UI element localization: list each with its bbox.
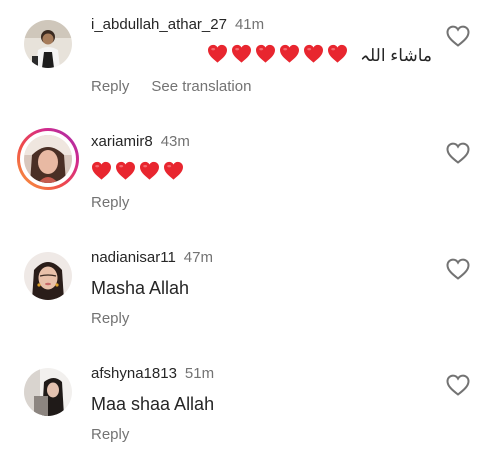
like-heart-icon[interactable] <box>446 25 470 47</box>
comment-text-body: ماشاء اللہ <box>360 46 432 65</box>
comment-text: ماشاء اللہ <box>207 44 432 66</box>
username[interactable]: afshyna1813 <box>91 365 177 382</box>
comment-item: nadianisar11 47m Masha Allah Reply <box>0 232 500 348</box>
see-translation-button[interactable]: See translation <box>151 78 251 95</box>
comment-actions: Reply <box>91 310 129 327</box>
comment-timestamp: 47m <box>183 249 213 266</box>
heart-emoji-icon <box>231 44 252 63</box>
like-heart-icon[interactable] <box>446 258 470 280</box>
comment-actions: Reply <box>91 194 129 211</box>
reply-button[interactable]: Reply <box>91 426 129 443</box>
comment-item: i_abdullah_athar_27 41m ماشاء اللہ Reply S… <box>0 0 500 116</box>
comment-text <box>91 161 187 183</box>
avatar[interactable] <box>24 252 72 300</box>
heart-emoji-icon <box>91 161 112 180</box>
heart-emoji-group <box>91 161 187 182</box>
heart-emoji-icon <box>327 44 348 63</box>
username[interactable]: i_abdullah_athar_27 <box>91 16 227 33</box>
like-heart-icon[interactable] <box>446 142 470 164</box>
heart-emoji-icon <box>115 161 136 180</box>
comment-text: Masha Allah <box>91 278 190 298</box>
comment-meta: i_abdullah_athar_27 41m <box>91 16 264 33</box>
comment-item: xariamir8 43m Reply <box>0 116 500 232</box>
comment-actions: Reply See translation <box>91 78 251 95</box>
reply-button[interactable]: Reply <box>91 194 129 211</box>
avatar[interactable] <box>24 368 72 416</box>
heart-emoji-icon <box>303 44 324 63</box>
username[interactable]: nadianisar11 <box>91 249 176 266</box>
avatar[interactable] <box>24 20 72 68</box>
heart-emoji-icon <box>279 44 300 63</box>
comment-timestamp: 51m <box>184 365 215 382</box>
story-ring[interactable] <box>17 128 79 190</box>
heart-emoji-icon <box>255 44 276 63</box>
comment-timestamp: 43m <box>160 133 190 150</box>
comment-meta: afshyna1813 51m <box>91 365 214 382</box>
comment-actions: Reply <box>91 426 129 443</box>
comment-text: Maa shaa Allah <box>91 394 215 414</box>
comment-meta: nadianisar11 47m <box>91 249 213 266</box>
heart-emoji-icon <box>163 161 184 180</box>
reply-button[interactable]: Reply <box>91 310 129 327</box>
heart-emoji-icon <box>139 161 160 180</box>
username[interactable]: xariamir8 <box>91 133 153 150</box>
comment-timestamp: 41m <box>234 16 265 33</box>
heart-emoji-group <box>207 44 351 65</box>
comment-meta: xariamir8 43m <box>91 133 190 150</box>
avatar[interactable] <box>24 135 72 183</box>
like-heart-icon[interactable] <box>446 374 470 396</box>
heart-emoji-icon <box>207 44 228 63</box>
comment-item: afshyna1813 51m Maa shaa Allah Reply <box>0 348 500 464</box>
reply-button[interactable]: Reply <box>91 78 129 95</box>
